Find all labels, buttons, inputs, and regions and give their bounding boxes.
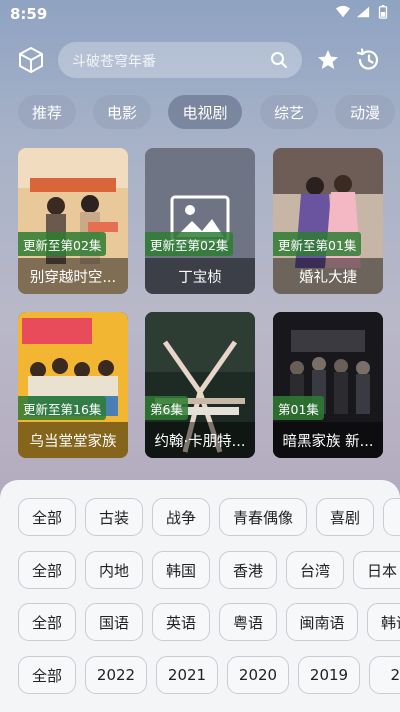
card-title: 乌当堂堂家族	[18, 422, 128, 458]
filter-chip[interactable]: 2021	[156, 656, 218, 694]
filter-row-year: 全部 2022 2021 2020 2019 20	[18, 656, 400, 694]
filter-chip[interactable]: 全部	[18, 603, 76, 641]
filter-chip[interactable]: 20	[369, 656, 400, 694]
filter-chip[interactable]: 台湾	[286, 551, 344, 589]
episode-badge: 更新至第02集	[18, 232, 107, 256]
filter-chip[interactable]: 2020	[227, 656, 289, 694]
tab-variety[interactable]: 综艺	[260, 95, 318, 129]
filter-chip[interactable]: 古装	[85, 498, 143, 536]
video-card[interactable]: 第6集 约翰·卡朋特...	[145, 312, 255, 458]
filter-chip[interactable]: 2019	[298, 656, 360, 694]
cube-logo-icon[interactable]	[16, 45, 46, 75]
top-bar: 斗破苍穹年番	[0, 40, 400, 80]
video-card[interactable]: 更新至第16集 乌当堂堂家族	[18, 312, 128, 458]
episode-badge: 第6集	[145, 396, 188, 420]
filter-chip[interactable]: 家	[383, 498, 400, 536]
filter-chip[interactable]: 香港	[219, 551, 277, 589]
filter-sheet: 全部 古装 战争 青春偶像 喜剧 家 全部 内地 韩国 香港 台湾 日本 全部 …	[0, 480, 400, 712]
filter-chip[interactable]: 全部	[18, 656, 76, 694]
history-icon[interactable]	[355, 47, 381, 73]
filter-chip[interactable]: 国语	[85, 603, 143, 641]
tab-movies[interactable]: 电影	[93, 95, 151, 129]
card-title: 别穿越时空...	[18, 258, 128, 294]
favorites-star-icon[interactable]	[316, 48, 340, 72]
video-card[interactable]: 更新至第02集 丁宝桢	[145, 148, 255, 294]
status-bar: 8:59	[0, 0, 400, 28]
filter-chip[interactable]: 喜剧	[316, 498, 374, 536]
episode-badge: 更新至第02集	[145, 232, 234, 256]
search-text: 斗破苍穹年番	[72, 54, 156, 70]
episode-badge: 第01集	[273, 396, 324, 420]
filter-chip[interactable]: 粤语	[219, 603, 277, 641]
filter-chip[interactable]: 韩国	[152, 551, 210, 589]
filter-chip[interactable]: 全部	[18, 498, 76, 536]
card-title: 暗黑家族 新...	[273, 422, 383, 458]
episode-badge: 更新至第01集	[273, 232, 362, 256]
filter-chip[interactable]: 闽南语	[286, 603, 358, 641]
card-title: 约翰·卡朋特...	[145, 422, 255, 458]
filter-chip[interactable]: 英语	[152, 603, 210, 641]
status-time: 8:59	[10, 5, 48, 23]
filter-row-genre: 全部 古装 战争 青春偶像 喜剧 家	[18, 498, 400, 536]
filter-chip[interactable]: 战争	[152, 498, 210, 536]
search-input[interactable]: 斗破苍穹年番	[58, 42, 302, 78]
tab-recommend[interactable]: 推荐	[18, 95, 76, 129]
filter-chip[interactable]: 韩语	[367, 603, 400, 641]
filter-chip[interactable]: 2022	[85, 656, 147, 694]
video-card[interactable]: 更新至第02集 别穿越时空...	[18, 148, 128, 294]
filter-chip[interactable]: 全部	[18, 551, 76, 589]
signal-icon	[356, 6, 370, 18]
video-card[interactable]: 第01集 暗黑家族 新...	[273, 312, 383, 458]
filter-chip[interactable]: 内地	[85, 551, 143, 589]
wifi-icon	[336, 5, 350, 18]
filter-chip[interactable]: 日本	[353, 551, 400, 589]
video-card[interactable]: 更新至第01集 婚礼大捷	[273, 148, 383, 294]
filter-row-region: 全部 内地 韩国 香港 台湾 日本	[18, 551, 400, 589]
battery-icon	[378, 5, 388, 19]
filter-chip[interactable]: 青春偶像	[219, 498, 307, 536]
card-title: 丁宝桢	[145, 258, 255, 294]
episode-badge: 更新至第16集	[18, 396, 107, 420]
filter-row-language: 全部 国语 英语 粤语 闽南语 韩语	[18, 603, 400, 641]
category-tabs: 推荐 电影 电视剧 综艺 动漫	[18, 95, 400, 129]
card-title: 婚礼大捷	[273, 258, 383, 294]
tab-anime[interactable]: 动漫	[335, 95, 395, 129]
search-icon[interactable]	[270, 51, 288, 69]
tab-tv-series[interactable]: 电视剧	[168, 95, 242, 129]
